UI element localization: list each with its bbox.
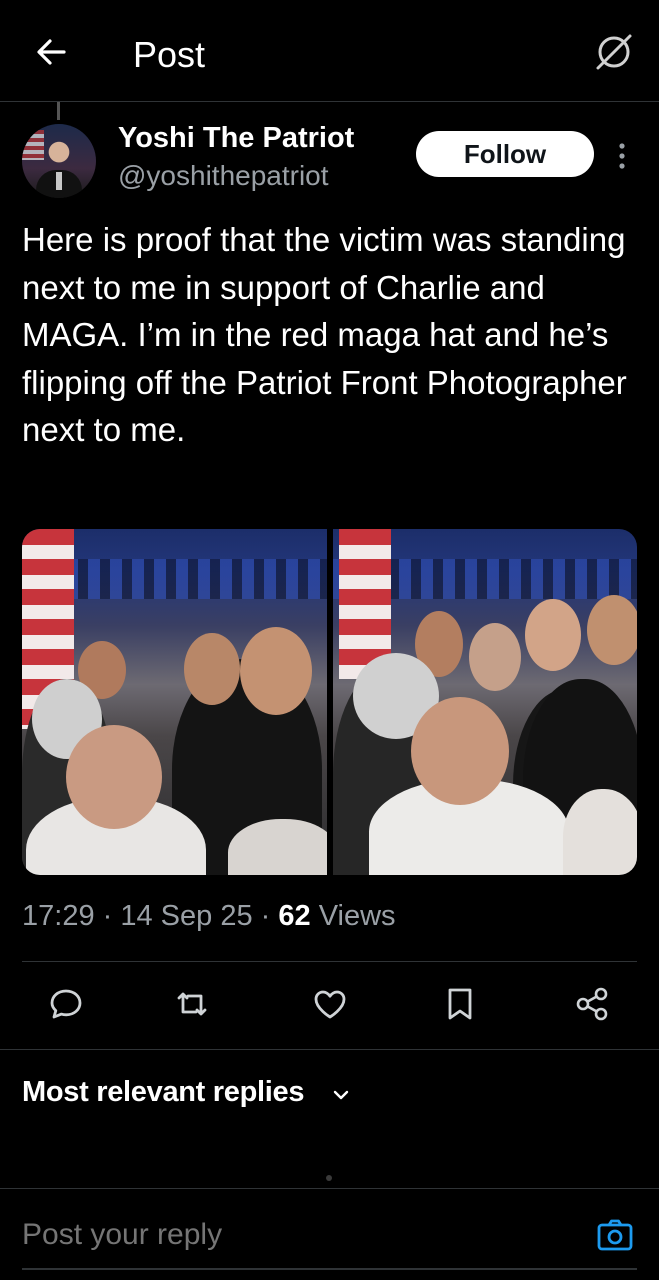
views-label: Views	[318, 900, 396, 932]
author-handle[interactable]: @yoshithepatriot	[118, 160, 329, 192]
more-options-icon[interactable]	[610, 138, 634, 174]
chevron-down-icon[interactable]	[330, 1084, 352, 1106]
tweet-photo-2[interactable]	[332, 529, 637, 875]
camera-icon[interactable]	[596, 1216, 634, 1254]
follow-button[interactable]: Follow	[416, 131, 594, 177]
views-count[interactable]: 62	[278, 900, 310, 932]
back-arrow-icon[interactable]	[30, 30, 74, 74]
loading-indicator	[326, 1175, 332, 1181]
tweet-media[interactable]	[22, 529, 637, 875]
tweet-photo-1[interactable]	[22, 529, 327, 875]
author-display-name[interactable]: Yoshi The Patriot	[118, 122, 354, 155]
tweet-metadata: 17:29 · 14 Sep 25 · 62 Views	[22, 900, 396, 932]
tweet-date: 14 Sep 25	[120, 900, 253, 932]
reply-icon[interactable]	[44, 982, 88, 1026]
share-icon[interactable]	[570, 982, 614, 1026]
tweet-text: Here is proof that the victim was standi…	[22, 221, 627, 448]
divider	[22, 1268, 637, 1270]
divider	[22, 961, 637, 962]
thread-connector	[57, 102, 60, 120]
page-title: Post	[133, 34, 206, 75]
like-icon[interactable]	[308, 982, 352, 1026]
grok-icon[interactable]	[592, 30, 636, 74]
action-bar	[0, 982, 659, 1032]
tweet-time: 17:29	[22, 900, 95, 932]
reply-input[interactable]	[22, 1218, 562, 1252]
avatar[interactable]	[22, 124, 96, 198]
retweet-icon[interactable]	[170, 982, 214, 1026]
top-bar: Post	[0, 0, 659, 102]
divider	[0, 1049, 659, 1050]
replies-sort-label[interactable]: Most relevant replies	[22, 1076, 305, 1109]
bookmark-icon[interactable]	[438, 982, 482, 1026]
